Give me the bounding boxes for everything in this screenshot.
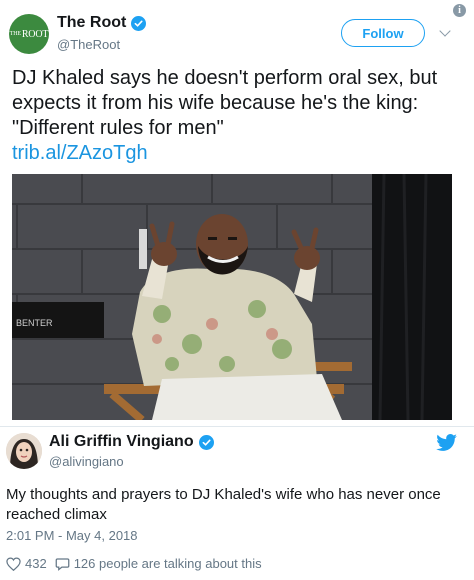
twitter-bird-icon[interactable] [436,434,458,457]
ali-avatar[interactable] [6,433,42,469]
chair-back-text: BENTER [16,318,53,328]
author-name-row: The Root [57,14,147,32]
info-icon[interactable]: i [453,4,466,17]
tweet-divider [0,426,474,427]
tweet-text: DJ Khaled says he doesn't perform oral s… [12,67,438,139]
reply-timestamp[interactable]: 2:01 PM - May 4, 2018 [6,528,138,543]
tweet-link[interactable]: trib.al/ZAzoTgh [12,141,148,166]
tweet-photo[interactable]: BENTER [12,174,452,420]
author-handle[interactable]: @TheRoot [57,37,120,52]
verified-icon [198,434,214,450]
chevron-down-icon[interactable] [439,25,451,37]
heart-icon [6,556,21,571]
reply-author-display-name[interactable]: Ali Griffin Vingiano [49,433,194,451]
the-root-avatar[interactable]: THE ROOT [9,14,49,54]
avatar-logo-word: ROOT [21,28,49,40]
conversation-action[interactable]: 126 people are talking about this [55,556,262,571]
avatar-logo-prefix: THE [9,31,21,37]
reply-actions: 432 126 people are talking about this [6,556,270,571]
reply-icon [55,557,70,571]
talking-count: 126 people are talking about this [73,556,262,571]
like-action[interactable]: 432 [6,556,47,571]
follow-button[interactable]: Follow [341,19,425,47]
reply-author-handle[interactable]: @alivingiano [49,454,124,469]
photo-illustration: BENTER [12,174,452,420]
like-count: 432 [25,556,47,571]
author-display-name[interactable]: The Root [57,14,126,32]
verified-icon [131,15,147,31]
reply-tweet-text: My thoughts and prayers to DJ Khaled's w… [6,486,441,523]
reply-author-name-row: Ali Griffin Vingiano [49,433,214,451]
